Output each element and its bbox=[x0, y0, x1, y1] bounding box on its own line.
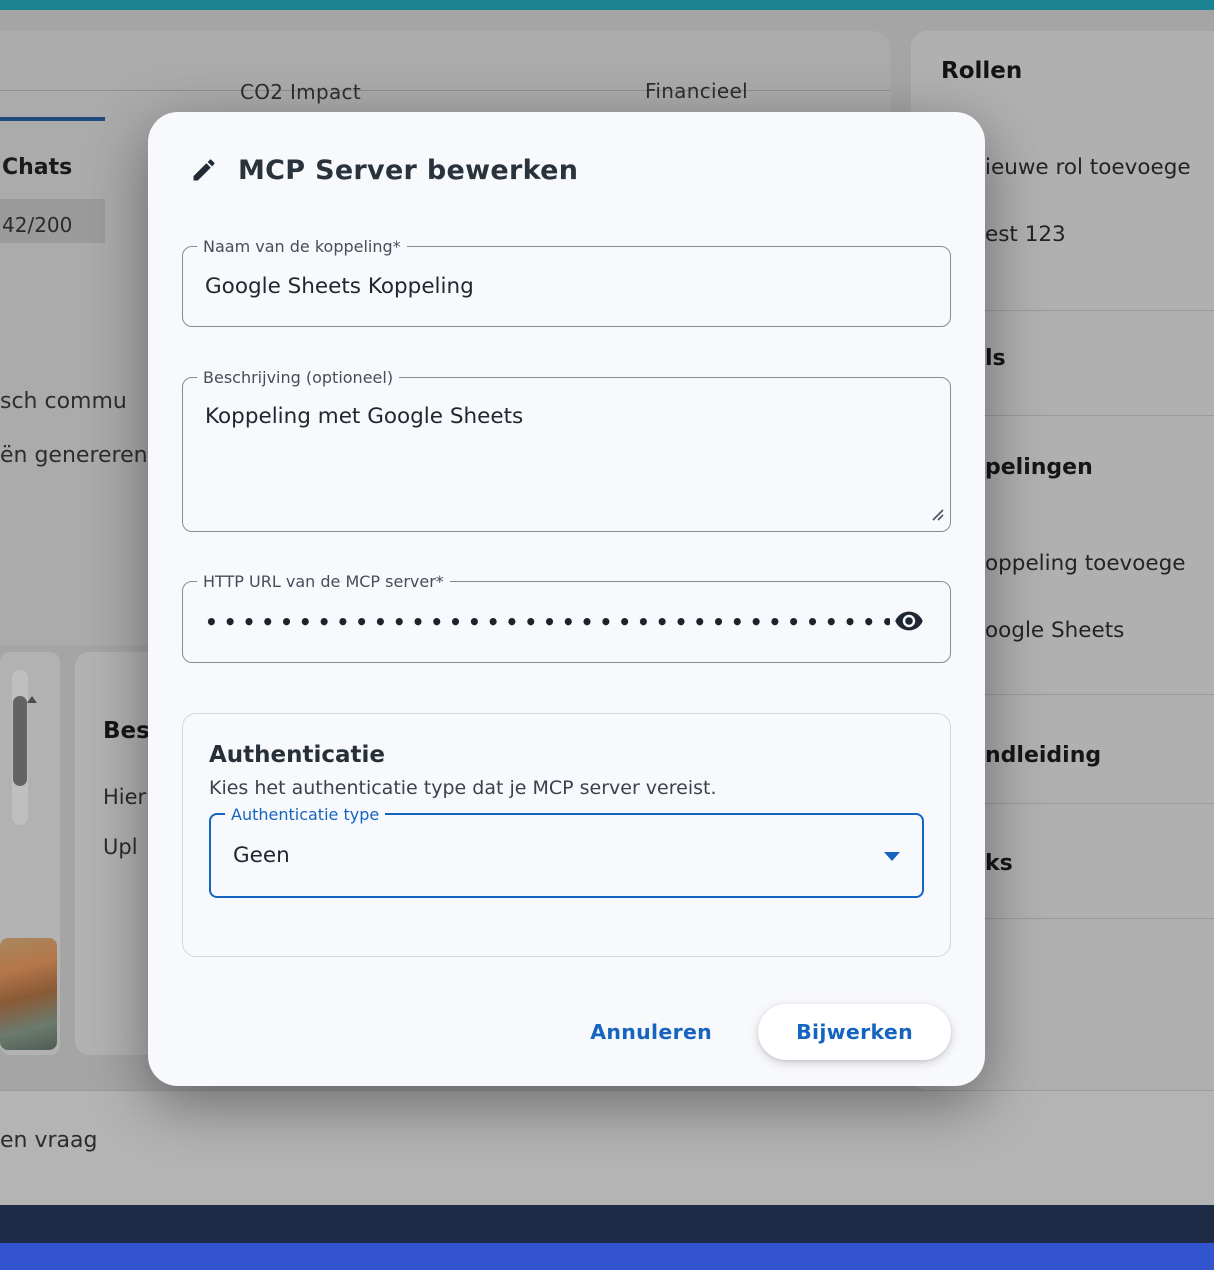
sidebar-item-new-role[interactable]: ieuwe rol toevoege bbox=[985, 155, 1191, 180]
sidebar-header-koppelingen[interactable]: pelingen bbox=[985, 455, 1093, 480]
bottom-navy-bar bbox=[0, 1205, 1214, 1243]
mcp-server-edit-dialog: MCP Server bewerken Naam van de koppelin… bbox=[148, 112, 985, 1086]
description-field-value[interactable]: Koppeling met Google Sheets bbox=[205, 404, 523, 429]
question-input-bar[interactable]: en vraag bbox=[0, 1090, 1214, 1205]
url-field-masked-value[interactable]: ••••••••••••••••••••••••••••••••••••••••… bbox=[205, 610, 890, 634]
background-text-fragment-1: sch commu bbox=[0, 389, 127, 414]
dialog-actions: Annuleren Bijwerken bbox=[182, 1004, 951, 1060]
tab-financieel[interactable]: Financieel bbox=[645, 79, 748, 103]
toggle-visibility-button[interactable] bbox=[890, 602, 928, 643]
dialog-title: MCP Server bewerken bbox=[238, 155, 578, 186]
sidebar-item-google-sheets[interactable]: oogle Sheets bbox=[985, 618, 1124, 643]
name-field[interactable]: Naam van de koppeling* Google Sheets Kop… bbox=[182, 246, 951, 327]
card-text-fragment-1: Hier bbox=[103, 785, 146, 809]
app-top-bar bbox=[0, 0, 1214, 10]
active-tab-indicator bbox=[0, 117, 105, 121]
authentication-title: Authenticatie bbox=[209, 742, 924, 768]
auth-type-value: Geen bbox=[233, 843, 290, 868]
image-thumbnail[interactable] bbox=[0, 938, 57, 1050]
chats-count: 42/200 bbox=[2, 213, 72, 237]
sidebar-item-test-123[interactable]: est 123 bbox=[985, 222, 1066, 247]
auth-type-select[interactable]: Authenticatie type Geen bbox=[209, 813, 924, 898]
description-field-label: Beschrijving (optioneel) bbox=[197, 368, 399, 387]
card-heading-fragment: Bes bbox=[103, 718, 150, 744]
sidebar-header-links[interactable]: ks bbox=[985, 851, 1013, 876]
scrollbar-handle[interactable] bbox=[13, 696, 27, 786]
edit-pencil-icon bbox=[190, 156, 218, 184]
url-field-label: HTTP URL van de MCP server* bbox=[197, 572, 450, 591]
chevron-down-icon[interactable] bbox=[884, 852, 900, 861]
sidebar-header-tools[interactable]: ls bbox=[985, 346, 1006, 371]
sidebar-header-handleiding[interactable]: ndleiding bbox=[985, 743, 1101, 768]
tab-co2-impact[interactable]: CO2 Impact bbox=[240, 80, 361, 104]
scroll-up-icon[interactable] bbox=[27, 696, 37, 703]
bottom-blue-bar bbox=[0, 1243, 1214, 1270]
url-field[interactable]: HTTP URL van de MCP server* ••••••••••••… bbox=[182, 581, 951, 663]
authentication-section: Authenticatie Kies het authenticatie typ… bbox=[182, 713, 951, 957]
attachment-panel bbox=[0, 652, 60, 1055]
dialog-header: MCP Server bewerken bbox=[190, 150, 951, 190]
chats-heading: Chats bbox=[2, 155, 72, 180]
card-text-fragment-2: Upl bbox=[103, 835, 138, 859]
name-field-label: Naam van de koppeling* bbox=[197, 237, 407, 256]
name-field-value[interactable]: Google Sheets Koppeling bbox=[205, 274, 474, 299]
auth-type-label: Authenticatie type bbox=[225, 805, 385, 824]
cancel-button[interactable]: Annuleren bbox=[584, 1019, 718, 1045]
eye-icon bbox=[894, 606, 924, 639]
sidebar-title-rollen: Rollen bbox=[941, 58, 1022, 84]
submit-button[interactable]: Bijwerken bbox=[758, 1004, 951, 1060]
background-text-fragment-2: ën genereren bbox=[0, 443, 148, 468]
textarea-resize-handle-icon[interactable] bbox=[930, 506, 944, 525]
sidebar-item-add-koppeling[interactable]: oppeling toevoege bbox=[985, 551, 1186, 576]
authentication-description: Kies het authenticatie type dat je MCP s… bbox=[209, 777, 924, 799]
tab-bar: CO2 Impact Financieel bbox=[0, 31, 890, 91]
description-field[interactable]: Beschrijving (optioneel) Koppeling met G… bbox=[182, 377, 951, 532]
question-input-fragment: en vraag bbox=[0, 1128, 97, 1153]
